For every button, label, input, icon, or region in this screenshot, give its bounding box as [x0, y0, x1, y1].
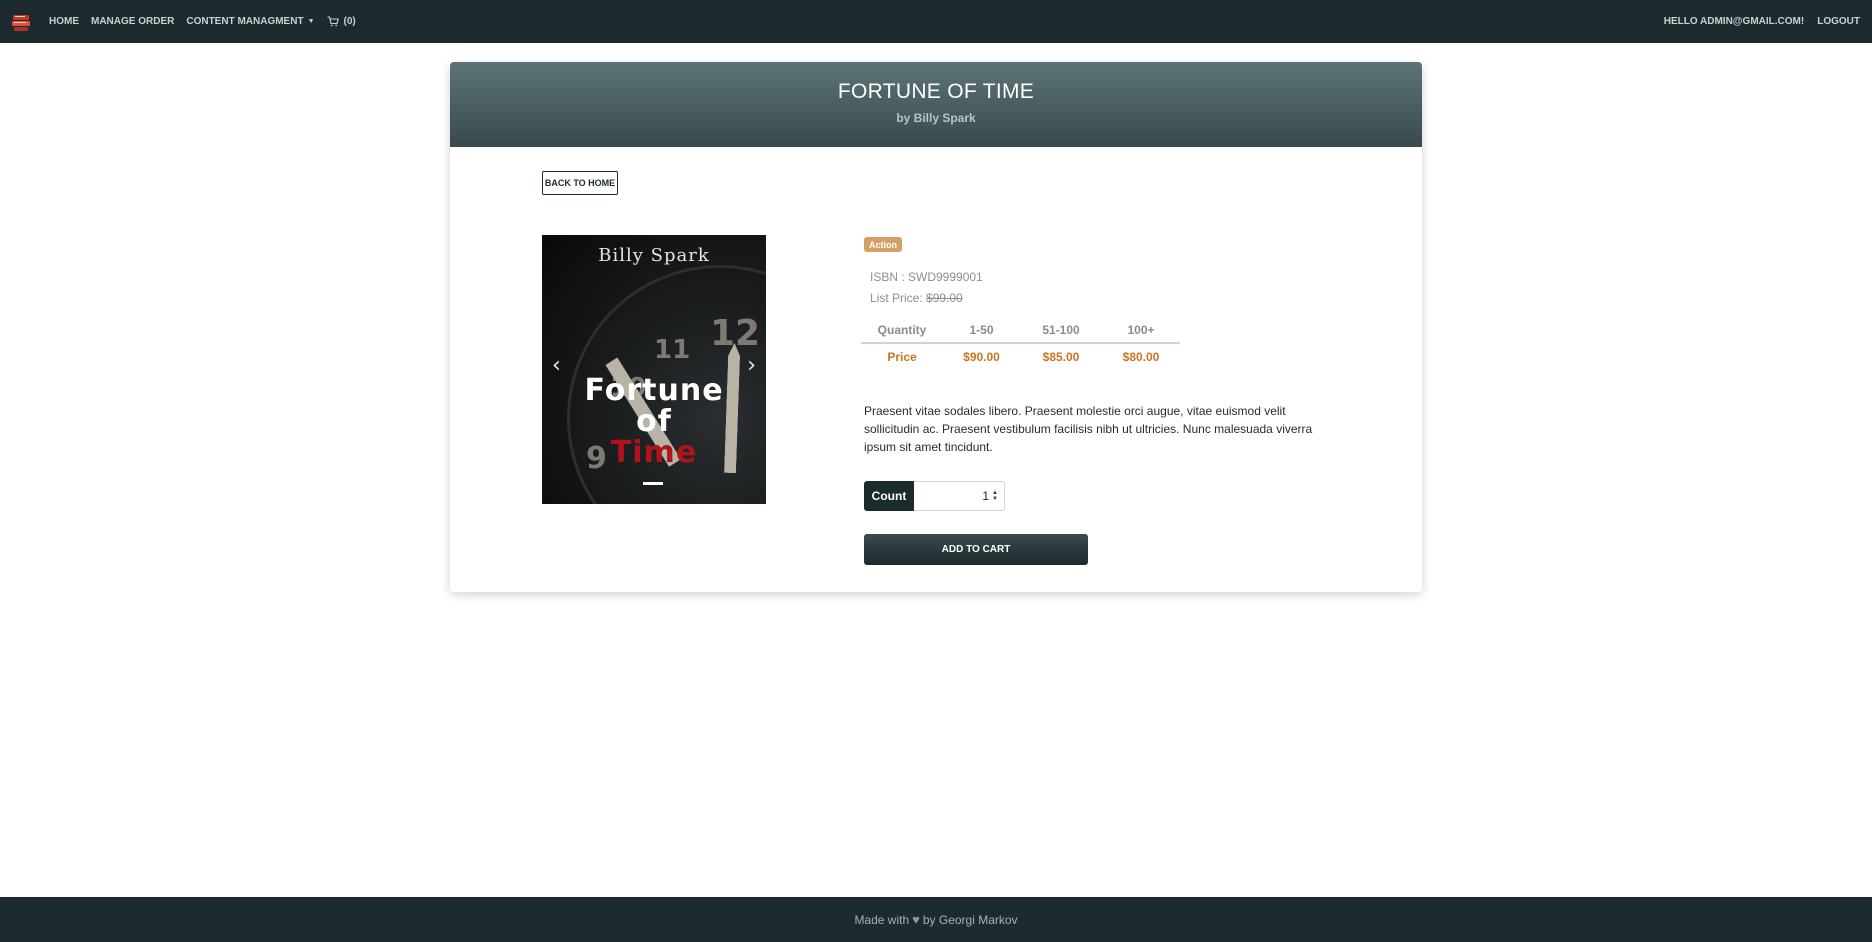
price-table-cell: $90.00 [963, 349, 1000, 364]
price-table-cell: Price [887, 349, 917, 364]
price-table-cell: $85.00 [1042, 349, 1080, 364]
list-price: List Price: $99.00 [870, 291, 963, 305]
cover-title-line-2: of [636, 404, 672, 439]
nav-greeting-link[interactable]: HELLO ADMIN@GMAIL.COM! [1664, 16, 1804, 27]
price-table-header-cell: 1-50 [943, 318, 1020, 344]
nav-cart-link[interactable]: (0) [327, 16, 356, 27]
cover-title-line-3: Time [610, 435, 698, 470]
heart-icon: ♥ [912, 912, 920, 927]
count-stepper-icon[interactable]: ▲ ▼ [992, 490, 998, 502]
price-table-header-cell: Quantity [861, 318, 943, 344]
cart-count: (0) [343, 16, 356, 27]
price-table-row: Price $90.00 $85.00 $80.00 [861, 343, 1180, 369]
cover-carousel[interactable]: 12 11 10 9 Billy Spark Fortune of Time ‹… [542, 235, 766, 504]
category-badge: Action [864, 237, 902, 252]
book-title: FORTUNE OF TIME [837, 80, 1035, 103]
price-table-header: Quantity 1-50 51-100 100+ [861, 318, 1180, 344]
count-label: Count [864, 481, 914, 511]
price-table-header-cell: 100+ [1102, 318, 1180, 344]
carousel-prev-icon[interactable]: ‹ [552, 353, 561, 378]
count-input[interactable]: 1 ▲ ▼ [914, 481, 1005, 511]
nav-logout-link[interactable]: LOGOUT [1817, 16, 1860, 27]
carousel-next-icon[interactable]: › [747, 353, 756, 378]
nav-home-link[interactable]: HOME [49, 16, 79, 27]
list-price-label: List Price: [870, 291, 923, 305]
footer-made-with: Made with [854, 912, 910, 927]
add-to-cart-button[interactable]: ADD TO CART [864, 534, 1088, 565]
book-description: Praesent vitae sodales libero. Praesent … [864, 404, 1313, 454]
back-to-home-button[interactable]: BACK TO HOME [542, 171, 618, 195]
carousel-indicator[interactable] [643, 482, 663, 485]
cover-title: Fortune of Time [542, 375, 766, 468]
cover-title-line-1: Fortune [584, 373, 724, 408]
cover-author: Billy Spark [598, 245, 710, 266]
count-input-group: Count 1 ▲ ▼ [864, 481, 1005, 511]
price-table: Quantity 1-50 51-100 100+ Price $90.00 $… [861, 318, 1180, 369]
price-table-cell: $80.00 [1122, 349, 1160, 364]
book-stack-icon[interactable] [10, 11, 32, 33]
cart-icon [327, 16, 339, 27]
footer: Made with ♥ by Georgi Markov [0, 897, 1872, 942]
footer-author: by Georgi Markov [922, 912, 1018, 927]
count-value: 1 [982, 489, 990, 503]
nav-content-management-dropdown[interactable]: CONTENT MANAGMENT ▼ [186, 16, 314, 27]
nav-manage-order-link[interactable]: MANAGE ORDER [91, 16, 174, 27]
list-price-value: $99.00 [926, 291, 963, 305]
book-header: FORTUNE OF TIME by Billy Spark [450, 62, 1422, 147]
caret-down-icon: ▼ [307, 18, 315, 25]
nav-content-management-label: CONTENT MANAGMENT [186, 16, 304, 27]
top-navbar: HOME MANAGE ORDER CONTENT MANAGMENT ▼ (0… [0, 0, 1872, 43]
clock-number-11: 11 [654, 335, 691, 365]
book-author: by Billy Spark [896, 111, 976, 125]
price-table-header-cell: 51-100 [1020, 318, 1102, 344]
isbn-text: ISBN : SWD9999001 [870, 270, 983, 284]
book-details-card: FORTUNE OF TIME by Billy Spark BACK TO H… [450, 62, 1422, 592]
